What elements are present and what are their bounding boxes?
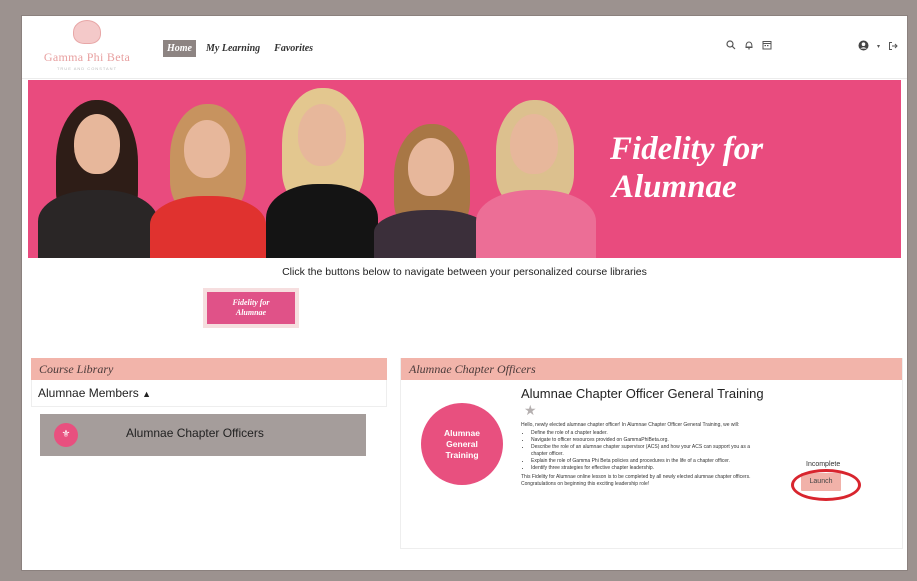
banner-title-line1: Fidelity for [610,131,764,167]
objective-item: Describe the role of an alumnae chapter … [531,444,757,458]
library-item-label: Alumnae Chapter Officers [126,426,264,440]
course-closing: This Fidelity for Alumnae online lesson … [521,474,751,487]
app-window: Gamma Phi Beta TRUE AND CONSTANT Home My… [22,16,907,570]
objective-item: Explain the role of Gamma Phi Beta polic… [531,458,757,465]
course-title: Alumnae Chapter Officer General Training [521,386,764,401]
objective-item: Identify three strategies for effective … [531,465,757,472]
user-avatar-icon[interactable] [858,40,869,54]
status-label: Incomplete [806,461,841,468]
banner-title-line2: Alumnae [612,169,737,205]
logo-name: Gamma Phi Beta [43,50,131,64]
course-badge: Alumnae General Training [421,403,503,485]
logout-icon[interactable] [888,41,898,54]
bell-icon[interactable] [744,40,754,53]
course-detail-panel: Alumnae Chapter Officers Alumnae General… [400,358,903,549]
launch-button[interactable]: Launch [801,473,841,491]
course-intro: Hello, newly elected alumnae chapter off… [521,422,740,428]
top-nav: Gamma Phi Beta TRUE AND CONSTANT Home My… [22,16,907,79]
star-icon[interactable]: ★ [524,402,537,419]
course-panel-heading: Alumnae Chapter Officers [401,358,902,380]
course-description: Hello, newly elected alumnae chapter off… [521,422,757,488]
nav-home[interactable]: Home [163,40,196,57]
main-nav: Home My Learning Favorites [163,40,317,57]
badge-line1: Alumnae [444,427,480,438]
banner-photo [28,80,608,258]
logo[interactable]: Gamma Phi Beta TRUE AND CONSTANT [32,20,142,74]
badge-line3: Training [445,449,479,460]
crest-icon [73,20,101,44]
calendar-icon[interactable] [762,40,772,53]
badge-line2: General [446,438,478,449]
fidelity-button-line1: Fidelity for [232,298,270,307]
objective-item: Define the role of a chapter leader. [531,430,757,437]
hero-banner: Fidelity for Alumnae [28,80,901,258]
course-library-heading: Course Library [31,358,387,380]
nav-favorites[interactable]: Favorites [270,40,317,57]
alumnae-members-toggle[interactable]: Alumnae Members ▲ [31,380,387,407]
group-label: Alumnae Members [38,386,139,400]
banner-title: Fidelity for Alumnae [610,130,870,206]
utility-icons [726,40,772,53]
navigation-hint: Click the buttons below to navigate betw… [282,266,647,278]
search-icon[interactable] [726,40,736,53]
caret-up-icon: ▲ [142,389,151,399]
nav-my-learning[interactable]: My Learning [202,40,264,57]
library-item-alumnae-chapter-officers[interactable]: ⚜ Alumnae Chapter Officers [40,414,366,456]
objectives-list: Define the role of a chapter leader. Nav… [521,430,757,472]
fidelity-for-alumnae-button[interactable]: Fidelity for Alumnae [207,292,295,324]
objective-item: Navigate to officer resources provided o… [531,437,757,444]
caret-down-icon[interactable]: ▾ [877,44,880,50]
crest-icon: ⚜ [54,423,78,447]
logo-tagline: TRUE AND CONSTANT [56,66,118,71]
fidelity-button-line2: Alumnae [235,308,267,317]
account-icons: ▾ [858,40,898,54]
